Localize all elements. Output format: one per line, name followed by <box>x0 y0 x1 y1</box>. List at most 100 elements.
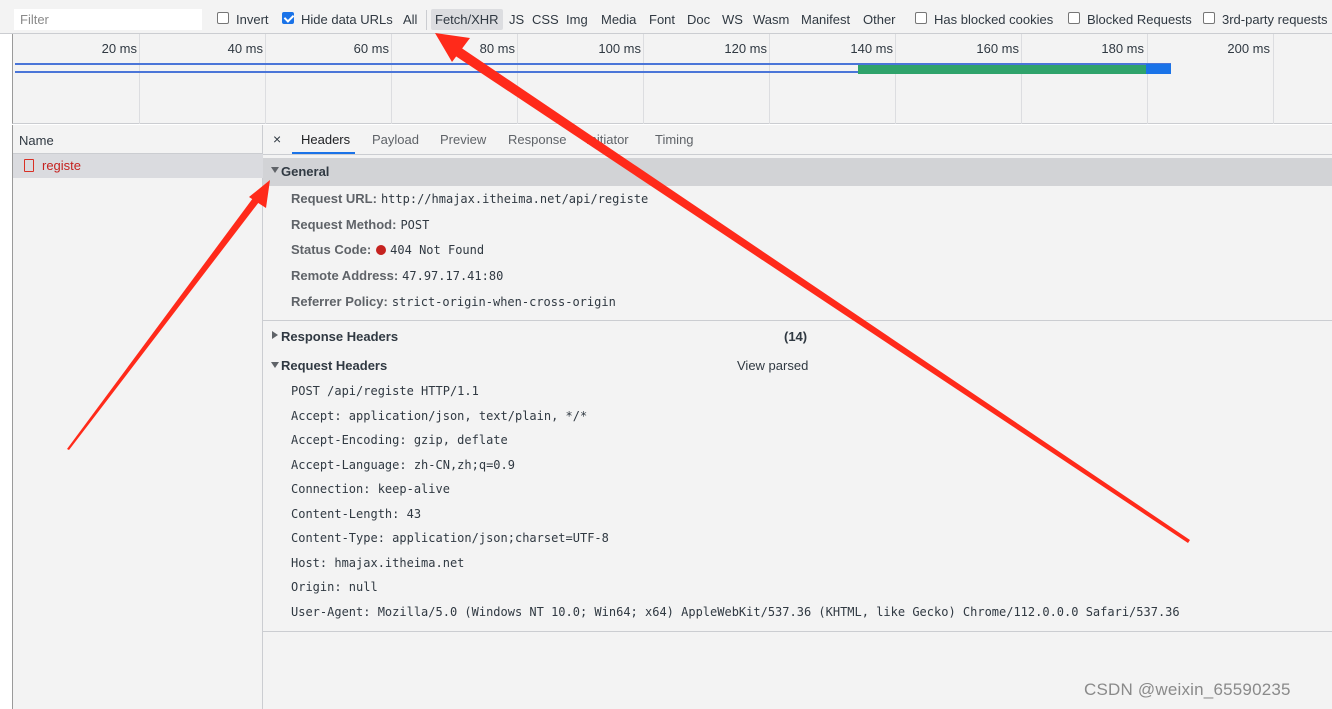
type-filter-wasm[interactable]: Wasm <box>749 9 793 30</box>
overview-waiting-bar <box>858 65 1148 74</box>
tab-headers[interactable]: Headers <box>301 132 350 147</box>
request-headers-section-header[interactable]: Request Headers View parsed <box>263 353 1332 381</box>
general-row-request-url: Request URL: http://hmajax.itheima.net/ap… <box>291 191 648 211</box>
overview-gridline <box>517 34 518 124</box>
tab-payload[interactable]: Payload <box>372 132 419 147</box>
general-row-referrer-policy: Referrer Policy: strict-origin-when-cross… <box>291 294 616 314</box>
type-filter-js[interactable]: JS <box>505 9 528 30</box>
overview-gridline <box>643 34 644 124</box>
type-filter-other[interactable]: Other <box>859 9 900 30</box>
request-list: Name registe <box>12 125 263 709</box>
overview-gridline <box>1147 34 1148 124</box>
raw-header-line: Connection: keep-alive <box>291 482 450 496</box>
overview-gridline <box>139 34 140 124</box>
caret-down-icon <box>271 167 279 173</box>
view-parsed-link[interactable]: View parsed <box>737 358 808 373</box>
tab-timing[interactable]: Timing <box>655 132 694 147</box>
type-filter-media[interactable]: Media <box>597 9 640 30</box>
general-section-header[interactable]: General <box>263 158 1332 186</box>
close-icon[interactable]: × <box>273 131 281 147</box>
section-divider <box>263 631 1332 632</box>
general-row-request-method: Request Method: POST <box>291 217 429 237</box>
active-tab-indicator <box>292 152 355 154</box>
hide-data-urls-label[interactable]: Hide data URLs <box>301 11 393 29</box>
invert-checkbox[interactable] <box>217 12 229 24</box>
tab-preview[interactable]: Preview <box>440 132 486 147</box>
tab-initiator[interactable]: Initiator <box>586 132 629 147</box>
raw-header-line: Content-Type: application/json;charset=U… <box>291 531 609 545</box>
raw-header-line: Accept: application/json, text/plain, */… <box>291 409 588 423</box>
overview-gridline <box>391 34 392 124</box>
name-column-header[interactable]: Name <box>13 125 263 154</box>
overview-gridline <box>1273 34 1274 124</box>
response-headers-section-header[interactable]: Response Headers (14) <box>263 324 1332 352</box>
general-row-status-code: Status Code: 404 Not Found <box>291 242 484 262</box>
blocked-requests-checkbox[interactable] <box>1068 12 1080 24</box>
raw-header-line: Accept-Language: zh-CN,zh;q=0.9 <box>291 458 515 472</box>
overview-tick-label: 100 ms <box>598 41 641 56</box>
type-filter-doc[interactable]: Doc <box>683 9 714 30</box>
status-code-value: 404 Not Found <box>390 243 485 257</box>
blocked-requests-label[interactable]: Blocked Requests <box>1087 11 1192 29</box>
toolbar-divider <box>426 10 427 30</box>
remote-address-key: Remote Address: <box>291 268 399 283</box>
overview-request-bar <box>15 71 858 73</box>
type-filter-manifest[interactable]: Manifest <box>797 9 854 30</box>
section-divider <box>263 320 1332 321</box>
raw-header-line: Accept-Encoding: gzip, deflate <box>291 433 508 447</box>
overview-tick-label: 160 ms <box>976 41 1019 56</box>
raw-header-line: Host: hmajax.itheima.net <box>291 556 465 570</box>
type-filter-img[interactable]: Img <box>562 9 592 30</box>
overview-tick-label: 60 ms <box>353 41 389 56</box>
status-error-icon <box>376 245 387 255</box>
status-code-key: Status Code: <box>291 242 372 257</box>
request-method-value: POST <box>400 218 430 232</box>
overview-tick-label: 120 ms <box>724 41 767 56</box>
overview-gridline <box>769 34 770 124</box>
type-filter-all[interactable]: All <box>399 9 421 30</box>
raw-header-line: Content-Length: 43 <box>291 507 422 521</box>
referrer-policy-value: strict-origin-when-cross-origin <box>391 295 616 309</box>
raw-header-line: POST /api/registe HTTP/1.1 <box>291 384 479 398</box>
raw-header-line: Origin: null <box>291 580 378 594</box>
overview-download-bar <box>1146 64 1171 74</box>
network-overview-timeline[interactable]: 20 ms 40 ms 60 ms 80 ms 100 ms 120 ms 14… <box>12 34 1332 124</box>
overview-gridline <box>265 34 266 124</box>
caret-down-icon <box>271 362 279 368</box>
caret-right-icon <box>272 331 278 339</box>
hide-data-urls-checkbox[interactable] <box>282 12 294 24</box>
tab-response[interactable]: Response <box>508 132 567 147</box>
type-filter-css[interactable]: CSS <box>528 9 563 30</box>
request-url-value: http://hmajax.itheima.net/api/registe <box>380 192 649 206</box>
overview-tick-label: 80 ms <box>479 41 515 56</box>
type-filter-fetch-xhr[interactable]: Fetch/XHR <box>431 9 503 30</box>
overview-tick-label: 20 ms <box>101 41 137 56</box>
request-headers-title: Request Headers <box>281 358 388 373</box>
invert-label[interactable]: Invert <box>236 11 269 29</box>
raw-header-line: User-Agent: Mozilla/5.0 (Windows NT 10.0… <box>291 605 1180 619</box>
has-blocked-cookies-checkbox[interactable] <box>915 12 927 24</box>
request-method-key: Request Method: <box>291 217 397 232</box>
response-headers-title: Response Headers <box>281 329 399 344</box>
has-blocked-cookies-label[interactable]: Has blocked cookies <box>934 11 1053 29</box>
filter-input[interactable] <box>14 9 202 30</box>
watermark-text: CSDN @weixin_65590235 <box>1084 680 1291 699</box>
overview-gridline <box>895 34 896 124</box>
overview-tick-label: 40 ms <box>227 41 263 56</box>
type-filter-ws[interactable]: WS <box>718 9 747 30</box>
remote-address-value: 47.97.17.41:80 <box>402 269 504 283</box>
type-filter-font[interactable]: Font <box>645 9 679 30</box>
general-section-title: General <box>281 164 330 179</box>
referrer-policy-key: Referrer Policy: <box>291 294 388 309</box>
response-headers-count: (14) <box>784 329 808 344</box>
request-url-key: Request URL: <box>291 191 377 206</box>
third-party-requests-checkbox[interactable] <box>1203 12 1215 24</box>
third-party-requests-label[interactable]: 3rd-party requests <box>1222 11 1328 29</box>
failed-request-icon <box>24 159 34 172</box>
request-row[interactable]: registe <box>13 154 263 178</box>
request-name: registe <box>42 158 82 173</box>
overview-gridline <box>1021 34 1022 124</box>
overview-tick-label: 180 ms <box>1101 41 1144 56</box>
overview-tick-label: 140 ms <box>850 41 893 56</box>
general-row-remote-address: Remote Address: 47.97.17.41:80 <box>291 268 503 288</box>
